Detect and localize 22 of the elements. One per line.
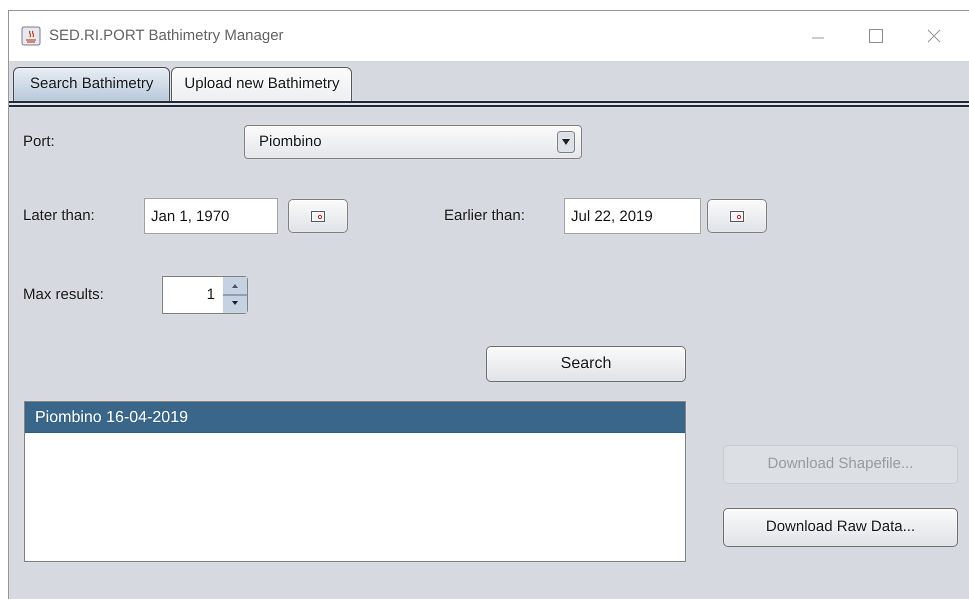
calendar-icon	[730, 210, 744, 222]
window-title: SED.RI.PORT Bathimetry Manager	[49, 26, 284, 46]
calendar-button[interactable]	[707, 199, 767, 233]
calendar-icon	[311, 210, 325, 222]
field-label: Port:	[23, 132, 56, 152]
search-button[interactable]: Search	[486, 346, 686, 382]
field-label: Earlier than:	[444, 206, 526, 226]
tab[interactable]: Upload new Bathimetry	[171, 67, 352, 101]
close-icon[interactable]	[927, 29, 941, 43]
app-icon	[21, 26, 41, 46]
download-button[interactable]: Download Raw Data...	[723, 508, 958, 547]
calendar-button[interactable]	[288, 199, 348, 233]
maximize-icon[interactable]	[869, 29, 883, 43]
spinner-arrows-icon[interactable]	[223, 277, 247, 313]
tab[interactable]: Search Bathimetry	[13, 67, 170, 101]
number-spinner[interactable]: 1	[162, 276, 248, 314]
date-field[interactable]: Jul 22, 2019	[564, 198, 701, 234]
field-label: Max results:	[23, 284, 105, 305]
port-dropdown[interactable]: Piombino	[244, 125, 582, 159]
field-label: Later than:	[23, 206, 96, 226]
date-field[interactable]: Jan 1, 1970	[144, 198, 278, 234]
result-item[interactable]: Piombino 16-04-2019	[25, 402, 685, 433]
